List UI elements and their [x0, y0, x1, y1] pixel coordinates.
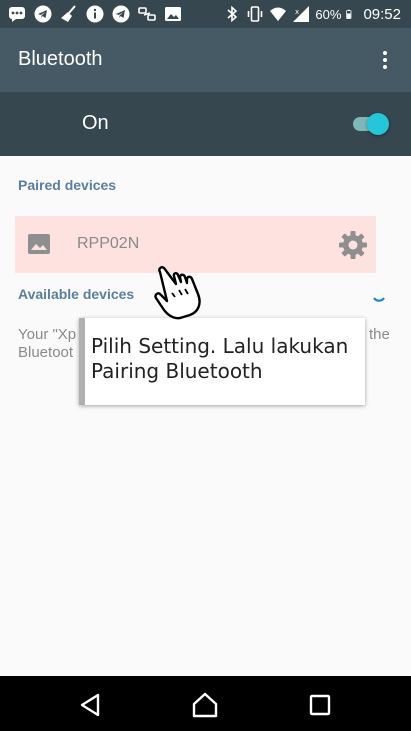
image-icon [165, 7, 181, 21]
telegram-icon [112, 5, 130, 23]
status-bar: x 60% 09:52 [0, 0, 411, 28]
telegram-icon [34, 5, 52, 23]
home-icon[interactable] [191, 691, 219, 719]
toggle-label: On [82, 112, 109, 134]
system-status-icons: x 60% 09:52 [223, 0, 401, 28]
available-devices-header: Available devices [18, 286, 135, 302]
paired-devices-header: Paired devices [18, 177, 117, 193]
image-icon [28, 234, 50, 254]
vibrate-icon [248, 6, 263, 22]
signal-icon: x [293, 6, 310, 22]
info-icon [86, 5, 104, 23]
gear-icon[interactable] [337, 229, 369, 261]
svg-text:x: x [295, 8, 299, 16]
bluetooth-switch[interactable] [351, 110, 391, 138]
bluetooth-settings-screen: x 60% 09:52 Bluetooth On Paired devices … [0, 0, 411, 731]
navigation-bar [0, 676, 411, 731]
more-vert-icon[interactable] [373, 48, 397, 72]
bluetooth-toggle-row[interactable]: On [0, 92, 411, 156]
link-icon [138, 7, 156, 21]
notification-icons [8, 5, 182, 23]
messages-icon [9, 7, 25, 22]
description-fragment-1: Your "Xp [18, 326, 77, 343]
back-icon[interactable] [78, 691, 106, 719]
instruction-tooltip: Pilih Setting. Lalu lakukan Pairing Blue… [79, 318, 365, 405]
wifi-icon [270, 7, 287, 21]
pointing-hand-icon [154, 266, 201, 320]
recents-icon[interactable] [306, 691, 334, 719]
tooltip-text: Pilih Setting. Lalu lakukan Pairing Blue… [91, 334, 349, 383]
description-fragment-2: Bluetoot [18, 344, 74, 361]
switch-thumb [367, 113, 389, 135]
clock: 09:52 [363, 5, 401, 23]
battery-percentage: 60% [315, 6, 342, 22]
description-fragment-3: the [369, 326, 390, 343]
broom-icon [61, 5, 76, 22]
device-name: RPP02N [77, 235, 140, 252]
battery-icon [346, 9, 352, 19]
loading-spinner-icon [373, 297, 385, 302]
app-bar: Bluetooth [0, 28, 411, 92]
bluetooth-icon [227, 5, 238, 23]
page-title: Bluetooth [18, 48, 103, 70]
